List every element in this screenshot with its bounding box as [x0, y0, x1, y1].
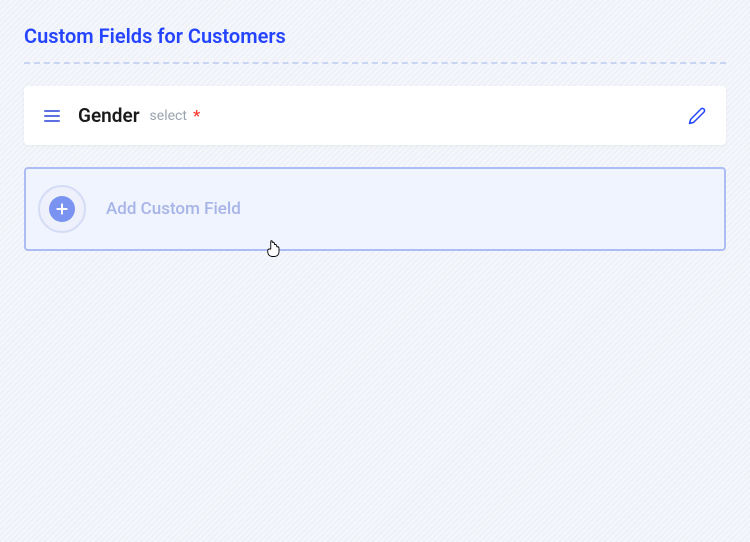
field-name-label: Gender: [78, 104, 140, 127]
plus-circle-icon: [38, 185, 86, 233]
custom-field-row: Gender select *: [24, 86, 726, 145]
page-title: Custom Fields for Customers: [24, 24, 726, 64]
add-custom-field-button[interactable]: Add Custom Field: [24, 167, 726, 251]
required-indicator: *: [193, 106, 200, 125]
drag-handle-icon[interactable]: [44, 110, 60, 122]
edit-button[interactable]: [688, 107, 706, 125]
field-type-label: select: [150, 108, 187, 124]
pencil-icon: [688, 107, 706, 125]
add-custom-field-label: Add Custom Field: [106, 199, 241, 219]
